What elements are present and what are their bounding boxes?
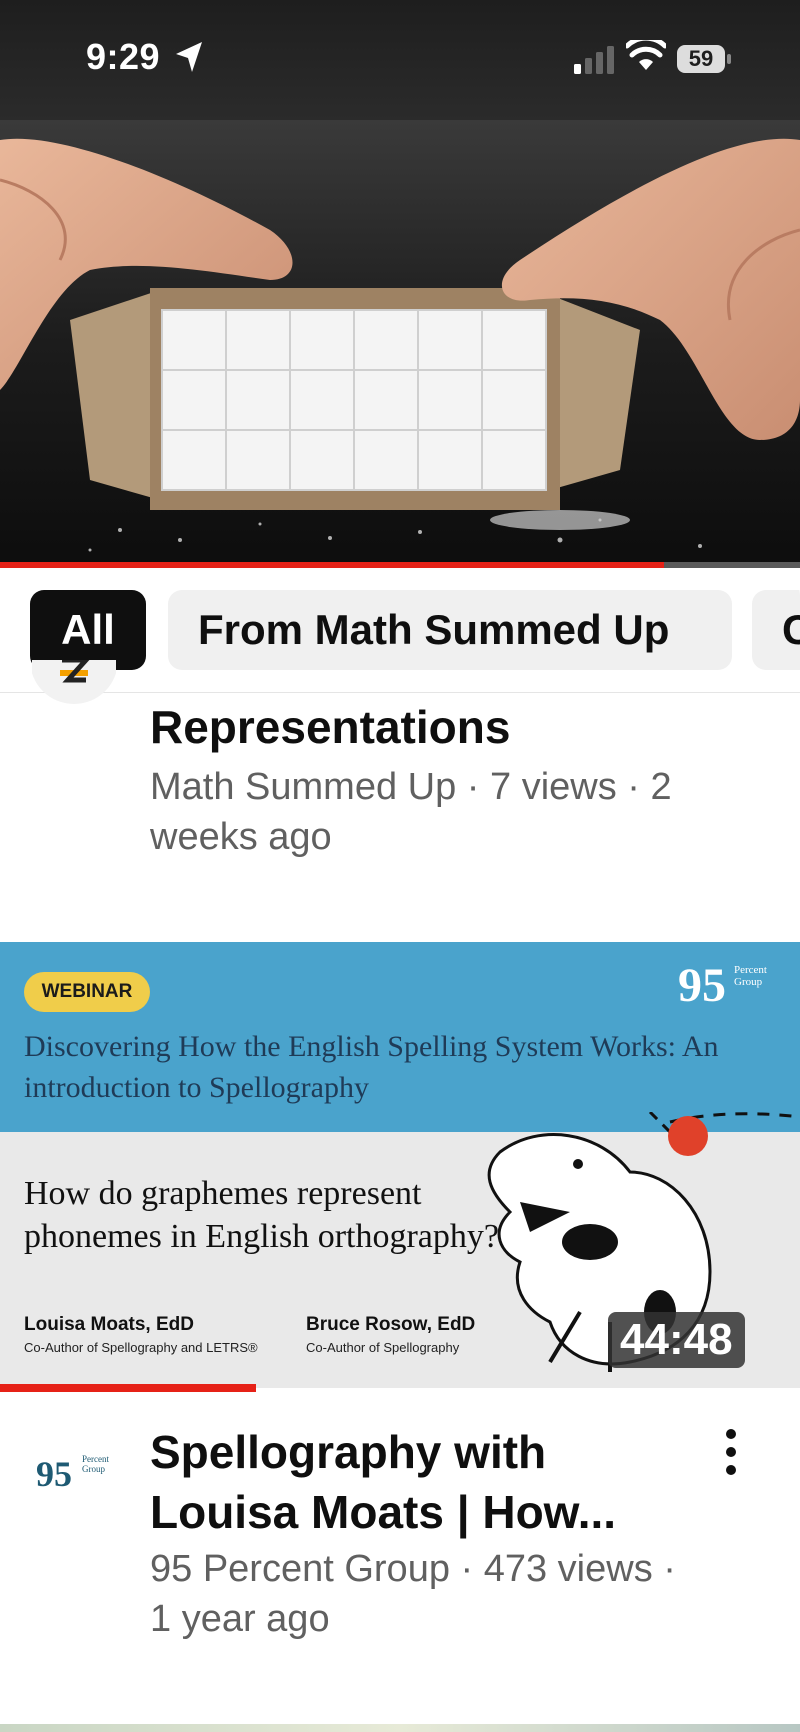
author-1: Louisa Moats, EdD Co-Author of Spellogra… xyxy=(24,1314,258,1355)
video-meta: 95 Percent Group · 473 views · 1 year ag… xyxy=(150,1548,676,1640)
chip-next[interactable]: C xyxy=(752,590,800,670)
video-frame-image xyxy=(0,120,800,566)
avatar-line-2: Group xyxy=(82,1464,105,1474)
watched-progress-fill xyxy=(0,1384,256,1392)
95-percent-group-logo-icon: 95 Percent Group xyxy=(36,1454,109,1494)
author-1-name: Louisa Moats, EdD xyxy=(24,1314,194,1335)
thumbnail-headline: Discovering How the English Spelling Sys… xyxy=(24,1030,719,1104)
author-1-role: Co-Author of Spellography and LETRS® xyxy=(24,1340,258,1355)
video-duration: 44:48 xyxy=(608,1312,745,1368)
brand-line-2: Group xyxy=(734,976,763,988)
author-2-name: Bruce Rosow, EdD xyxy=(306,1314,476,1335)
wifi-icon xyxy=(626,40,666,70)
video-title[interactable]: Representations xyxy=(150,700,510,754)
location-arrow-icon xyxy=(176,42,202,72)
chip-from-math-summed-up[interactable]: From Math Summed Up xyxy=(168,590,732,670)
channel-avatar[interactable]: 95 Percent Group xyxy=(32,1446,116,1496)
next-thumbnail-edge[interactable] xyxy=(0,1724,800,1732)
chip-all[interactable]: All xyxy=(30,590,146,670)
brand-logo-number: 95 xyxy=(678,959,726,1012)
math-summed-up-logo-icon xyxy=(32,660,116,704)
status-bar: 9:29 59 xyxy=(0,0,800,120)
watched-progress-bar xyxy=(0,1384,800,1392)
status-time: 9:29 xyxy=(86,36,161,77)
video-title[interactable]: Spellography with Louisa Moats | How... xyxy=(150,1422,690,1542)
author-2-role: Co-Author of Spellography xyxy=(306,1340,460,1355)
battery-level: 59 xyxy=(688,46,714,71)
thumbnail-question: How do graphemes represent phonemes in E… xyxy=(24,1175,499,1255)
author-2: Bruce Rosow, EdD Co-Author of Spellograp… xyxy=(306,1314,475,1355)
avatar-number: 95 xyxy=(36,1454,72,1494)
cellular-signal-icon xyxy=(574,46,614,74)
webinar-badge: WEBINAR xyxy=(24,972,150,1012)
more-options-icon[interactable] xyxy=(716,1428,746,1476)
channel-avatar[interactable] xyxy=(32,660,116,724)
avatar-line-1: Percent xyxy=(82,1454,109,1464)
video-meta: Math Summed Up · 7 views · 2 weeks ago xyxy=(150,766,672,858)
video-player[interactable] xyxy=(0,120,800,566)
brand-line-1: Percent xyxy=(734,964,767,976)
brand-logo-text: Percent Group xyxy=(734,964,767,988)
filter-chips: All From Math Summed Up C xyxy=(0,568,800,693)
video-thumbnail[interactable]: WEBINAR 95 Percent Group Discovering How… xyxy=(0,942,800,1388)
